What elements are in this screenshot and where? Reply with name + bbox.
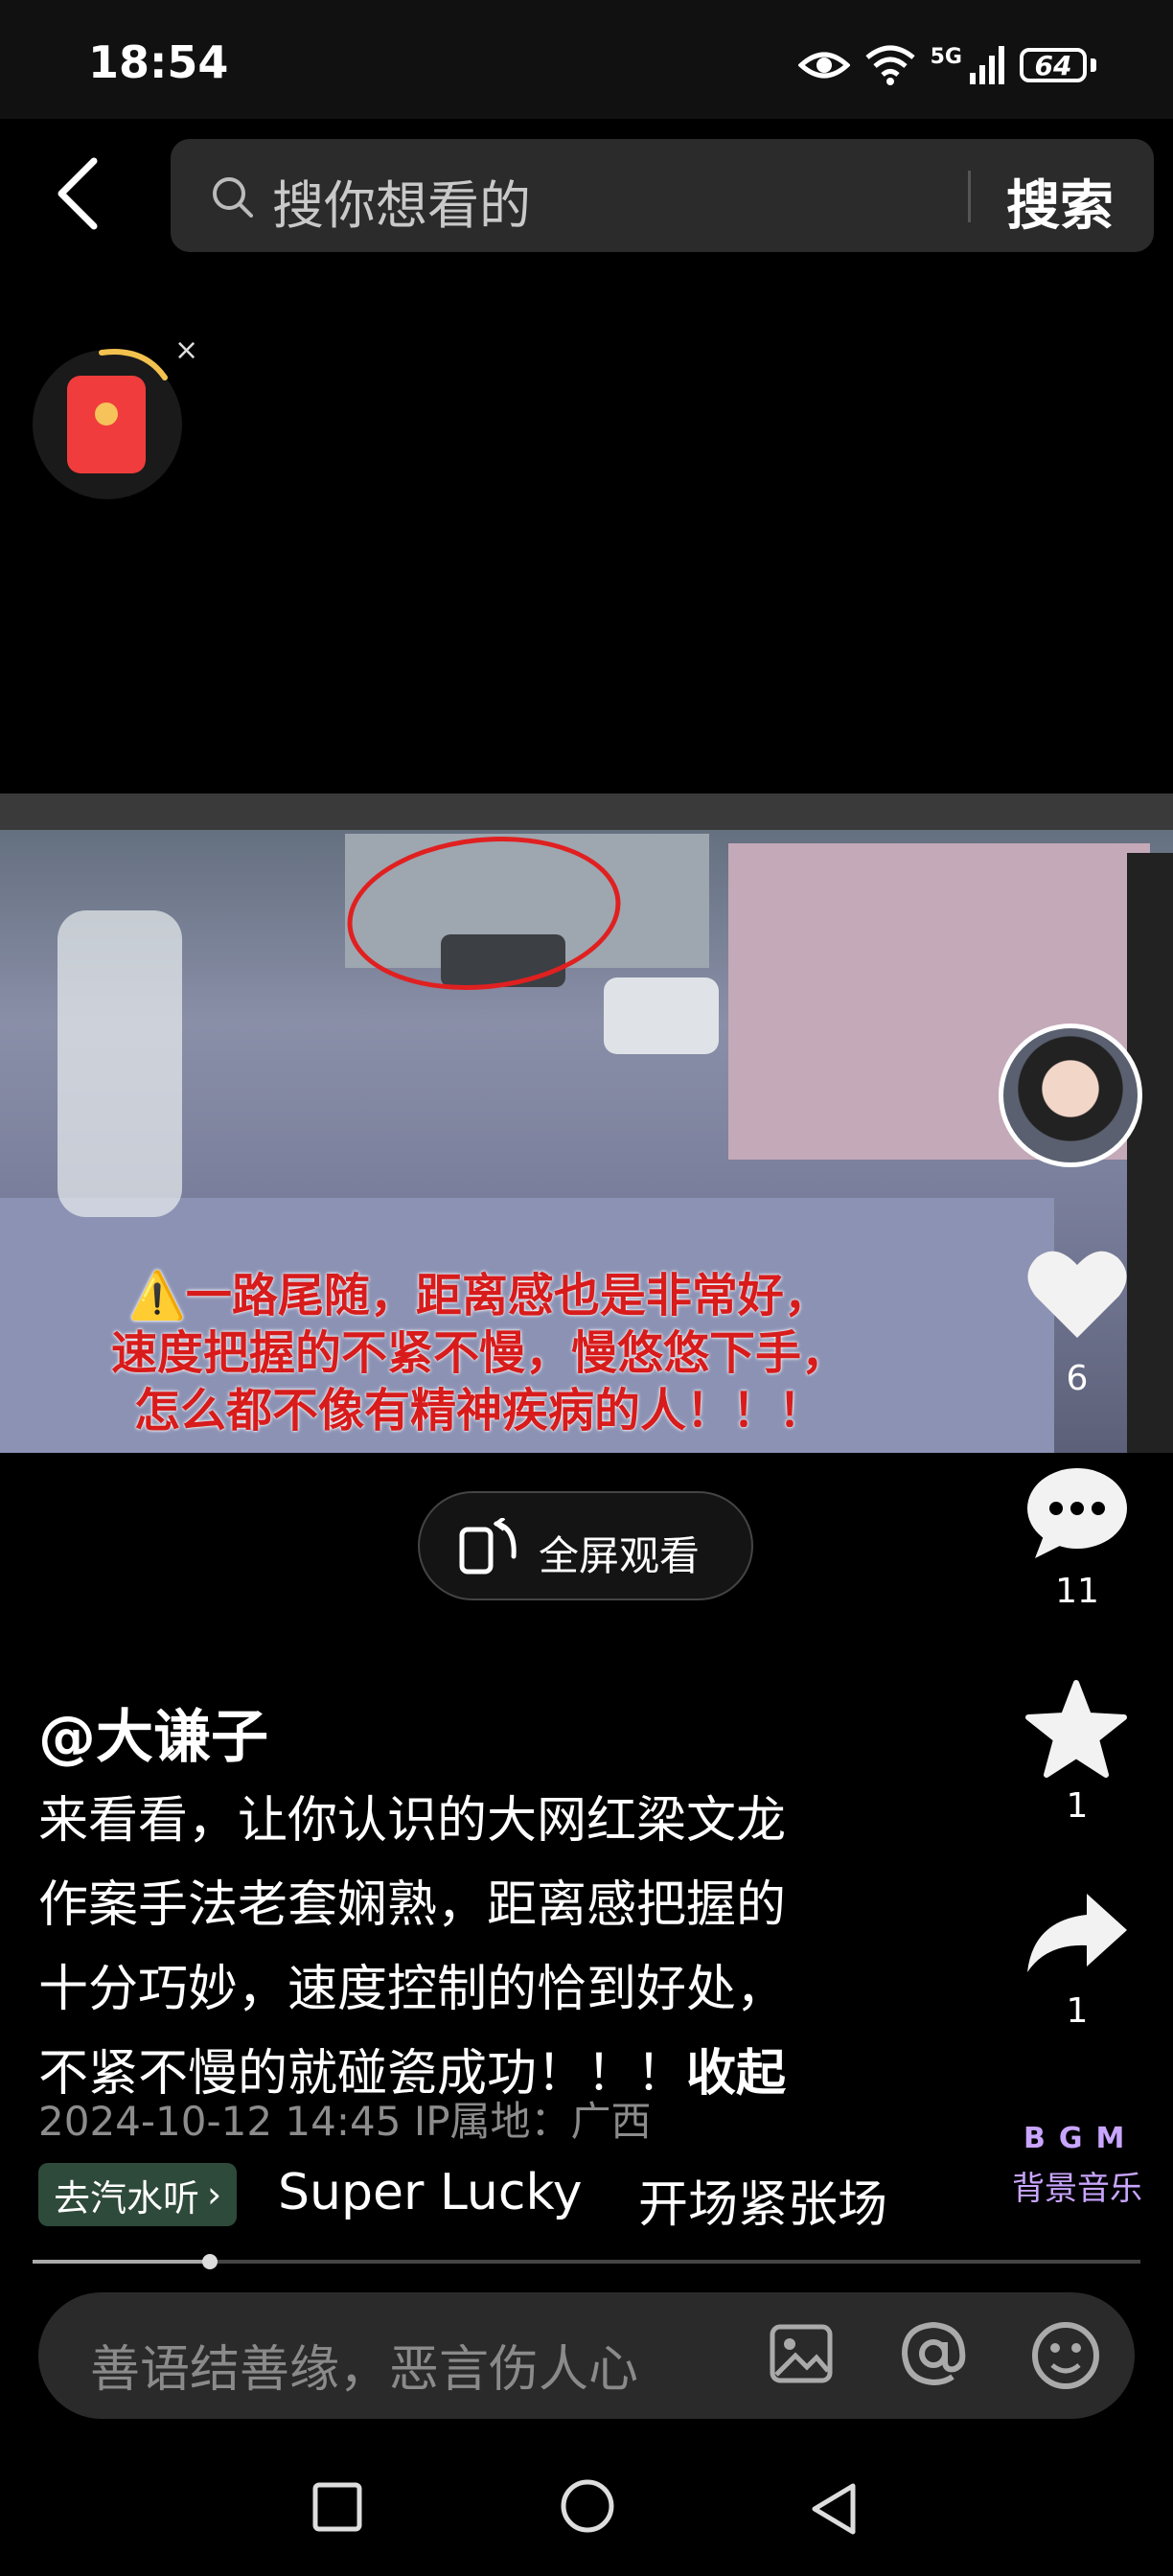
search-input[interactable]: 搜你想看的 (272, 163, 531, 239)
network-type: 5G (930, 44, 962, 69)
eye-icon (797, 52, 850, 79)
status-time: 18:54 (88, 36, 229, 88)
comment-input[interactable]: 善语结善缘，恶言伤人心 (90, 2329, 638, 2401)
comment-count: 11 (1055, 1572, 1099, 1611)
emoji-icon[interactable] (1031, 2321, 1100, 2390)
song-title-1[interactable]: Super Lucky (278, 2164, 583, 2221)
battery-icon: 64 (1020, 48, 1087, 82)
fullscreen-icon (459, 1518, 517, 1575)
post-meta: 2024-10-12 14:45 IP属地：广西 (38, 2098, 652, 2145)
bgm-title[interactable]: BGM (1024, 2122, 1138, 2155)
collapse-button[interactable]: 收起 (686, 2045, 786, 2103)
search-icon (213, 177, 253, 218)
song-title-2-clip: 开场紧张场 (638, 2158, 889, 2231)
video-top-edge (0, 794, 1173, 830)
video-progress-knob[interactable] (201, 2254, 218, 2269)
like-count: 6 (1066, 1359, 1089, 1398)
signal-icon (970, 46, 1004, 84)
video-white-car (604, 978, 719, 1054)
video-caption-line-1: ⚠️一路尾随，距离感也是非常好， (128, 1269, 830, 1322)
share-count: 1 (1066, 1991, 1089, 2031)
home-button[interactable] (560, 2478, 615, 2534)
search-divider (968, 171, 971, 222)
nav-back-button[interactable] (809, 2482, 859, 2536)
image-icon[interactable] (769, 2323, 834, 2384)
favorite-count: 1 (1066, 1786, 1089, 1826)
music-app-tag[interactable]: 去汽水听 › (38, 2163, 238, 2226)
video-progress-fill (33, 2260, 210, 2264)
video-caption-line-3: 怎么都不像有精神疾病的人！！！ (133, 1384, 824, 1438)
close-icon[interactable]: × (174, 334, 198, 367)
author-avatar[interactable] (999, 1024, 1142, 1167)
description-line-2: 作案手法老套娴熟，距离感把握的 (38, 1876, 787, 1934)
heart-icon[interactable] (1025, 1246, 1129, 1342)
battery-tip (1091, 58, 1096, 72)
at-mention-icon[interactable] (899, 2321, 968, 2386)
video-light-glare (58, 910, 182, 1217)
comment-icon[interactable] (1024, 1466, 1131, 1562)
fullscreen-label[interactable]: 全屏观看 (539, 1524, 700, 1582)
description-line-1: 来看看，让你认识的大网红梁文龙 (38, 1792, 787, 1850)
author-name[interactable]: @大谦子 (38, 1690, 268, 1774)
search-button[interactable]: 搜索 (1006, 163, 1114, 241)
chevron-right-icon: › (207, 2174, 222, 2216)
status-icons: 5G 64 (797, 44, 1096, 86)
recent-apps-button[interactable] (312, 2482, 362, 2532)
wifi-icon (865, 45, 915, 85)
star-icon[interactable] (1024, 1679, 1129, 1781)
bgm-label[interactable]: 背景音乐 (1012, 2162, 1142, 2209)
video-caption-line-2: 速度把握的不紧不慢，慢悠悠下手， (110, 1326, 847, 1380)
share-icon[interactable] (1024, 1890, 1131, 1976)
music-app-tag-label: 去汽水听 (54, 2176, 200, 2220)
red-packet-seal (95, 402, 118, 426)
description-line-3: 十分巧妙，速度控制的恰到好处， (38, 1961, 787, 2018)
song-title-2[interactable]: 开场紧张场 (638, 2164, 887, 2231)
back-arrow-icon[interactable] (50, 155, 107, 232)
